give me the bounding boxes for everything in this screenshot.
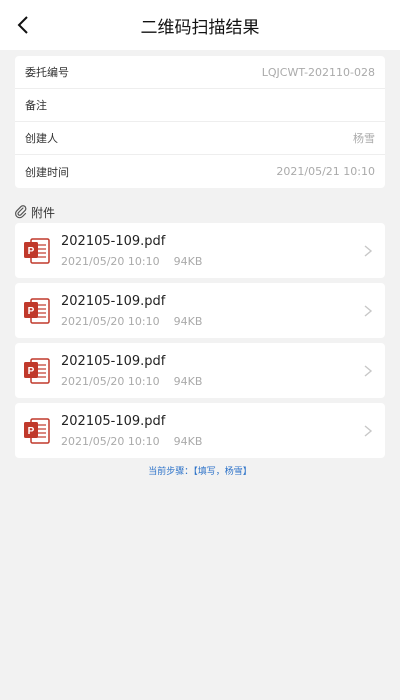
chevron-right-icon <box>364 244 373 257</box>
file-name: 202105-109.pdf <box>61 353 166 369</box>
info-value: LQJCWT-202110-028 <box>261 65 375 79</box>
file-name: 202105-109.pdf <box>61 293 166 309</box>
file-meta: 2021/05/20 10:10 94KB <box>61 255 361 268</box>
file-info: 202105-109.pdf 2021/05/20 10:10 94KB <box>61 234 361 268</box>
back-button[interactable] <box>10 12 36 38</box>
info-row-entrust-no: 委托编号 LQJCWT-202110-028 <box>15 56 385 89</box>
file-size: 94KB <box>173 254 203 268</box>
pdf-file-icon: P <box>24 297 50 324</box>
file-date: 2021/05/20 10:10 <box>61 374 160 388</box>
info-value: 杨雪 <box>353 132 375 145</box>
pdf-file-icon: P <box>24 357 50 384</box>
svg-text:P: P <box>28 366 35 377</box>
current-step-text: 当前步骤：【填写，杨雪】 <box>148 467 252 477</box>
file-name: 202105-109.pdf <box>61 413 166 429</box>
file-size: 94KB <box>173 314 203 328</box>
file-info: 202105-109.pdf 2021/05/20 10:10 94KB <box>61 414 361 448</box>
pdf-file-icon: P <box>24 417 50 444</box>
info-row-remark[interactable]: 备注 <box>15 89 385 122</box>
file-date: 2021/05/20 10:10 <box>61 434 160 448</box>
svg-text:P: P <box>28 246 35 257</box>
info-row-creator: 创建人 杨雪 <box>15 122 385 155</box>
attachment-item[interactable]: P 202105-109.pdf 2021/05/20 10:10 94KB <box>15 283 385 338</box>
attachment-item[interactable]: P 202105-109.pdf 2021/05/20 10:10 94KB <box>15 223 385 278</box>
file-info: 202105-109.pdf 2021/05/20 10:10 94KB <box>61 294 361 328</box>
file-meta: 2021/05/20 10:10 94KB <box>61 315 361 328</box>
file-name: 202105-109.pdf <box>61 233 166 249</box>
info-label: 委托编号 <box>25 66 69 79</box>
file-meta: 2021/05/20 10:10 94KB <box>61 375 361 388</box>
file-meta: 2021/05/20 10:10 94KB <box>61 435 361 448</box>
info-card: 委托编号 LQJCWT-202110-028 备注 创建人 杨雪 创建时间 20… <box>15 56 385 188</box>
info-row-create-time: 创建时间 2021/05/21 10:10 <box>15 155 385 188</box>
paperclip-icon <box>15 205 27 219</box>
file-size: 94KB <box>173 434 203 448</box>
file-size: 94KB <box>173 374 203 388</box>
file-date: 2021/05/20 10:10 <box>61 314 160 328</box>
file-date: 2021/05/20 10:10 <box>61 254 160 268</box>
pdf-file-icon: P <box>24 237 50 264</box>
svg-text:P: P <box>28 426 35 437</box>
svg-text:P: P <box>28 306 35 317</box>
file-info: 202105-109.pdf 2021/05/20 10:10 94KB <box>61 354 361 388</box>
attachment-item[interactable]: P 202105-109.pdf 2021/05/20 10:10 94KB <box>15 343 385 398</box>
page-title: 二维码扫描结果 <box>140 17 260 38</box>
chevron-left-icon <box>17 16 28 34</box>
attachments-section-title: 附件 <box>15 203 55 221</box>
info-label: 创建时间 <box>25 165 69 179</box>
header: 二维码扫描结果 <box>0 0 400 50</box>
chevron-right-icon <box>364 304 373 317</box>
attachment-item[interactable]: P 202105-109.pdf 2021/05/20 10:10 94KB <box>15 403 385 458</box>
info-label: 创建人 <box>25 132 58 145</box>
chevron-right-icon <box>364 364 373 377</box>
attachments-label: 附件 <box>31 205 56 220</box>
info-value: 2021/05/21 10:10 <box>276 165 375 178</box>
info-label: 备注 <box>25 99 47 112</box>
chevron-right-icon <box>364 424 373 437</box>
